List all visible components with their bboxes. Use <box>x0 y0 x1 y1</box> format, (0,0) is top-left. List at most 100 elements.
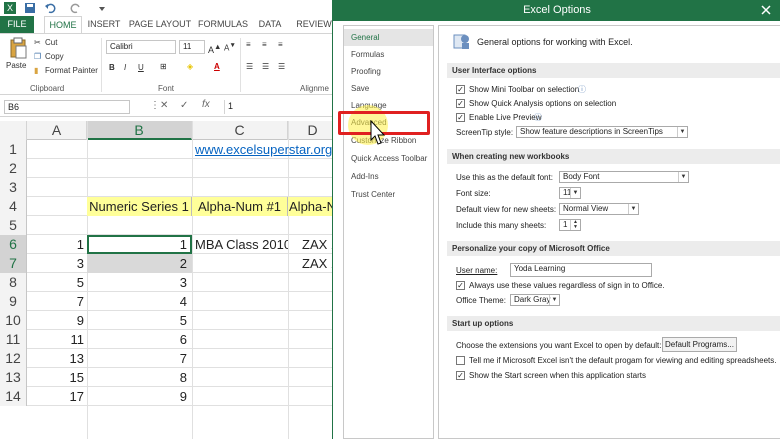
format-painter-icon[interactable]: ▮ <box>34 66 38 75</box>
cell-b10[interactable]: 5 <box>87 311 192 330</box>
nav-proofing[interactable]: Proofing <box>344 63 433 80</box>
nav-save[interactable]: Save <box>344 80 433 97</box>
align-center-icon[interactable]: ☰ <box>262 62 269 71</box>
column-header-a[interactable]: A <box>27 121 87 140</box>
cell-c6[interactable]: MBA Class 2010 <box>192 235 288 254</box>
cut-button[interactable]: Cut <box>45 38 57 47</box>
cell-d13[interactable] <box>288 368 338 387</box>
cell-d3[interactable] <box>288 178 338 197</box>
bold-icon[interactable]: B <box>109 63 115 72</box>
quick-analysis-checkbox[interactable]: ✓ <box>456 99 465 108</box>
column-header-c[interactable]: C <box>192 121 288 140</box>
cell-c12[interactable] <box>192 349 288 368</box>
cell-a9[interactable]: 7 <box>27 292 87 311</box>
cell-d2[interactable] <box>288 159 338 178</box>
underline-icon[interactable]: U <box>138 63 144 72</box>
cell-c3[interactable] <box>192 178 288 197</box>
cell-b1[interactable] <box>87 140 192 159</box>
nav-general[interactable]: General <box>344 29 433 46</box>
cell-d8[interactable] <box>288 273 338 292</box>
row-header[interactable]: 3 <box>0 178 27 197</box>
cell-b12[interactable]: 7 <box>87 349 192 368</box>
cell-a6[interactable]: 1 <box>27 235 87 254</box>
row-header[interactable]: 10 <box>0 311 27 330</box>
cell-d14[interactable] <box>288 387 338 406</box>
cell-c11[interactable] <box>192 330 288 349</box>
cell-b5[interactable] <box>87 216 192 235</box>
font-size-dropdown[interactable]: 11 ▼ <box>559 187 581 199</box>
copy-icon[interactable]: ❐ <box>34 52 41 61</box>
default-programs-button[interactable]: Default Programs... <box>662 337 737 352</box>
close-icon[interactable] <box>760 4 772 16</box>
italic-icon[interactable]: I <box>124 63 126 72</box>
align-left-icon[interactable]: ☰ <box>246 62 253 71</box>
cell-b7[interactable]: 2 <box>87 254 192 273</box>
row-header[interactable]: 9 <box>0 292 27 311</box>
tab-file[interactable]: FILE <box>0 16 34 33</box>
column-header-b[interactable]: B <box>87 121 192 140</box>
cell-a10[interactable]: 9 <box>27 311 87 330</box>
increase-font-icon[interactable]: A▲ <box>208 42 221 55</box>
paste-button[interactable]: Paste <box>6 61 26 70</box>
nav-trust-center[interactable]: Trust Center <box>344 186 433 203</box>
cell-a12[interactable]: 13 <box>27 349 87 368</box>
cell-d10[interactable] <box>288 311 338 330</box>
cell-c13[interactable] <box>192 368 288 387</box>
row-header[interactable]: 2 <box>0 159 27 178</box>
cell-b3[interactable] <box>87 178 192 197</box>
undo-icon[interactable] <box>44 2 56 14</box>
align-middle-icon[interactable]: ≡ <box>262 40 267 49</box>
column-header-d[interactable]: D <box>288 121 338 140</box>
cell-d7[interactable]: ZAX 1 <box>288 254 338 273</box>
nav-add-ins[interactable]: Add-Ins <box>344 168 433 185</box>
cut-icon[interactable]: ✂ <box>34 38 41 47</box>
row-header[interactable]: 7 <box>0 254 27 273</box>
cell-d9[interactable] <box>288 292 338 311</box>
paste-icon[interactable] <box>8 37 28 59</box>
align-top-icon[interactable]: ≡ <box>246 40 251 49</box>
cell-c10[interactable] <box>192 311 288 330</box>
cell-c9[interactable] <box>192 292 288 311</box>
default-font-dropdown[interactable]: Body Font ▼ <box>559 171 689 183</box>
office-theme-dropdown[interactable]: Dark Gray ▼ <box>510 294 560 306</box>
cell-b14[interactable]: 9 <box>87 387 192 406</box>
fill-color-icon[interactable]: ◈ <box>187 62 193 71</box>
nav-quick-access-toolbar[interactable]: Quick Access Toolbar <box>344 150 433 167</box>
qat-more-icon[interactable] <box>96 2 108 14</box>
cell-c14[interactable] <box>192 387 288 406</box>
cell-a4[interactable] <box>27 197 87 216</box>
row-header[interactable]: 13 <box>0 368 27 387</box>
cell-d12[interactable] <box>288 349 338 368</box>
cell-c1[interactable]: www.excelsuperstar.org <box>192 140 332 159</box>
tab-home[interactable]: HOME <box>44 16 82 33</box>
tell-me-checkbox[interactable] <box>456 356 465 365</box>
cell-c8[interactable] <box>192 273 288 292</box>
select-all-corner[interactable] <box>0 121 27 140</box>
font-size-box[interactable]: 11 <box>179 40 205 54</box>
cell-d1[interactable] <box>288 140 338 159</box>
cell-a8[interactable]: 5 <box>27 273 87 292</box>
font-name-box[interactable]: Calibri <box>106 40 176 54</box>
cell-c7[interactable] <box>192 254 288 273</box>
row-header[interactable]: 12 <box>0 349 27 368</box>
cell-d11[interactable] <box>288 330 338 349</box>
save-icon[interactable] <box>24 2 36 14</box>
cell-b4[interactable]: Numeric Series 1 <box>87 197 192 216</box>
mini-toolbar-checkbox[interactable]: ✓ <box>456 85 465 94</box>
align-bottom-icon[interactable]: ≡ <box>278 40 283 49</box>
row-header[interactable]: 8 <box>0 273 27 292</box>
row-header[interactable]: 1 <box>0 140 27 159</box>
cell-b2[interactable] <box>87 159 192 178</box>
copy-button[interactable]: Copy <box>45 52 64 61</box>
enter-formula-icon[interactable]: ✓ <box>180 100 188 111</box>
cell-a13[interactable]: 15 <box>27 368 87 387</box>
cell-b6[interactable]: 1 <box>87 235 192 254</box>
tab-page-layout[interactable]: PAGE LAYOUT <box>128 16 192 33</box>
nav-formulas[interactable]: Formulas <box>344 46 433 63</box>
align-right-icon[interactable]: ☰ <box>278 62 285 71</box>
redo-icon[interactable] <box>70 2 82 14</box>
formula-input[interactable]: 1 <box>224 100 338 114</box>
font-color-icon[interactable]: A <box>214 62 220 71</box>
cell-a14[interactable]: 17 <box>27 387 87 406</box>
cell-a7[interactable]: 3 <box>27 254 87 273</box>
